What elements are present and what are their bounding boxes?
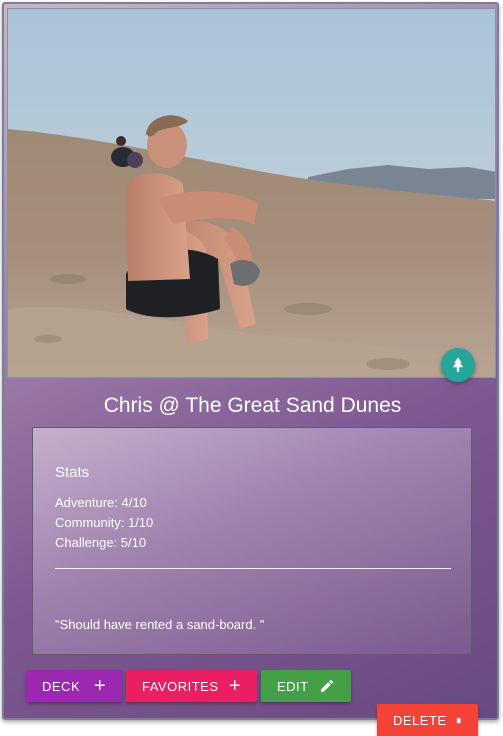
adventure-card: Chris @ The Great Sand Dunes Stats Adven… <box>2 2 499 736</box>
card-quote: "Should have rented a sand-board. " <box>55 617 265 632</box>
stat-community: Community: 1/10 <box>55 515 154 530</box>
stats-divider <box>55 568 451 569</box>
plus-icon: + <box>228 675 241 697</box>
edit-button-label: EDIT <box>277 678 309 694</box>
stat-adventure: Adventure: 4/10 <box>55 495 147 510</box>
trash-icon <box>456 717 461 724</box>
tree-fab-button[interactable] <box>441 348 475 382</box>
stat-challenge: Challenge: 5/10 <box>55 535 147 550</box>
card-title: Chris @ The Great Sand Dunes <box>103 394 402 417</box>
add-to-favorites-button[interactable]: FAVORITES + <box>126 670 257 702</box>
add-to-deck-button[interactable]: DECK + <box>26 670 122 702</box>
plus-icon: + <box>93 675 106 697</box>
card-photo <box>7 8 496 378</box>
stats-heading: Stats <box>55 464 90 481</box>
favorites-button-label: FAVORITES <box>142 678 219 694</box>
edit-button[interactable]: EDIT <box>261 670 351 702</box>
dune-photo-image <box>8 9 495 377</box>
delete-button-label: DELETE <box>393 713 447 728</box>
delete-button[interactable]: DELETE <box>377 704 478 736</box>
stats-panel: Stats Adventure: 4/10 Community: 1/10 Ch… <box>32 427 472 655</box>
tree-icon <box>452 357 464 372</box>
deck-button-label: DECK <box>42 678 81 694</box>
pencil-icon <box>321 679 334 692</box>
